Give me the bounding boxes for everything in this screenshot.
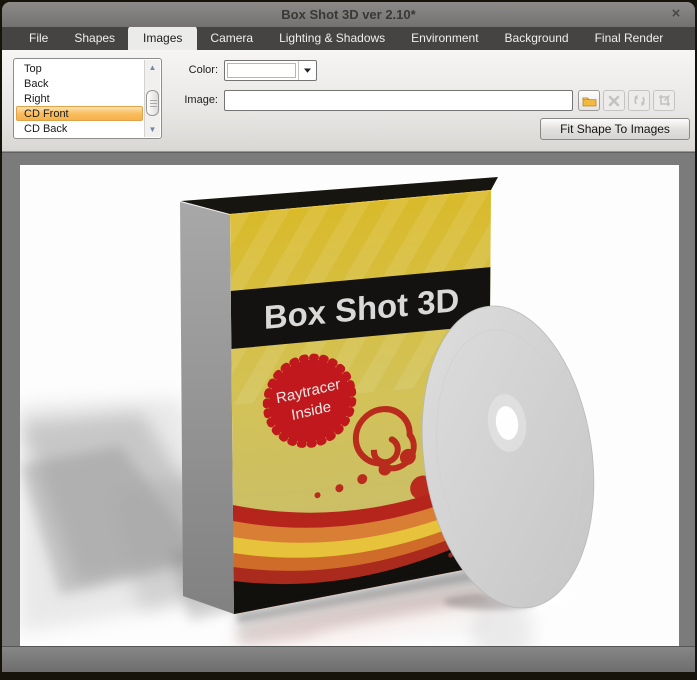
close-icon[interactable]: × <box>667 5 685 23</box>
scene-3d: Box Shot 3D Raytracer Inside <box>20 165 679 646</box>
preview-canvas[interactable]: Box Shot 3D Raytracer Inside <box>20 165 679 646</box>
scroll-down-icon[interactable]: ▼ <box>145 123 160 136</box>
tab-file[interactable]: File <box>16 27 61 50</box>
tab-environment[interactable]: Environment <box>398 27 491 50</box>
box-spine <box>180 202 234 614</box>
image-path-input[interactable] <box>224 90 573 111</box>
crop-image-button <box>653 90 675 111</box>
images-panel: Top Back Right CD Front CD Back ▲ ▼ Colo… <box>2 50 695 152</box>
desktop-background: Box Shot 3D ver 2.10* × File Shapes Imag… <box>0 0 697 680</box>
list-scrollbar[interactable]: ▲ ▼ <box>144 60 160 137</box>
scroll-up-icon[interactable]: ▲ <box>145 61 160 74</box>
list-item-back[interactable]: Back <box>16 76 143 91</box>
color-label: Color: <box>174 64 218 76</box>
tab-camera[interactable]: Camera <box>197 27 266 50</box>
crop-icon <box>658 94 671 107</box>
browse-image-button[interactable] <box>578 90 600 111</box>
color-combobox[interactable] <box>224 60 317 81</box>
tab-final-render[interactable]: Final Render <box>582 27 677 50</box>
list-item-cd-front[interactable]: CD Front <box>16 106 143 121</box>
color-swatch <box>227 63 296 78</box>
fit-shape-to-images-button[interactable]: Fit Shape To Images <box>540 118 690 140</box>
list-item-right[interactable]: Right <box>16 91 143 106</box>
tab-background[interactable]: Background <box>492 27 582 50</box>
refresh-image-button <box>628 90 650 111</box>
scroll-grip <box>150 100 157 108</box>
window-title: Box Shot 3D ver 2.10* <box>281 7 415 22</box>
tab-images[interactable]: Images <box>128 26 197 50</box>
viewport-frame-top <box>2 152 695 165</box>
title-bar[interactable]: Box Shot 3D ver 2.10* × <box>2 2 695 27</box>
image-label: Image: <box>174 94 218 106</box>
tab-lighting-shadows[interactable]: Lighting & Shadows <box>266 27 398 50</box>
x-icon <box>608 95 620 107</box>
chevron-down-icon[interactable] <box>298 61 316 80</box>
face-listbox: Top Back Right CD Front CD Back ▲ ▼ <box>13 58 162 139</box>
window-bottom-frame <box>2 646 695 672</box>
app-window: Box Shot 3D ver 2.10* × File Shapes Imag… <box>2 2 695 672</box>
list-item-top[interactable]: Top <box>16 61 143 76</box>
tab-shapes[interactable]: Shapes <box>61 27 128 50</box>
scroll-thumb[interactable] <box>146 90 159 116</box>
folder-icon <box>582 95 597 107</box>
refresh-icon <box>633 94 646 107</box>
viewport-frame: Box Shot 3D Raytracer Inside <box>2 165 695 646</box>
tab-bar: File Shapes Images Camera Lighting & Sha… <box>2 27 695 50</box>
delete-image-button <box>603 90 625 111</box>
list-item-cd-back[interactable]: CD Back <box>16 121 143 136</box>
